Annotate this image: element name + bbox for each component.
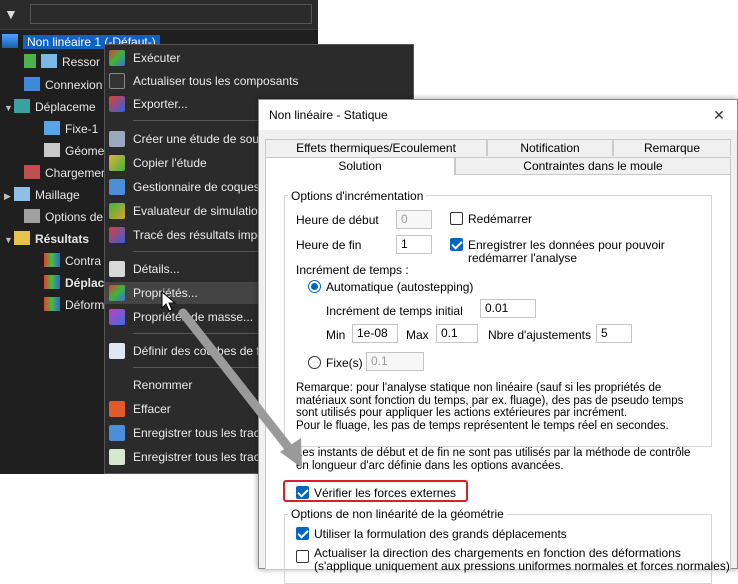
mouse-cursor-icon xyxy=(161,290,177,312)
tab-solution[interactable]: Solution xyxy=(265,157,455,175)
callout-arrow-shaft xyxy=(178,308,297,457)
callout-arrow xyxy=(161,290,302,468)
